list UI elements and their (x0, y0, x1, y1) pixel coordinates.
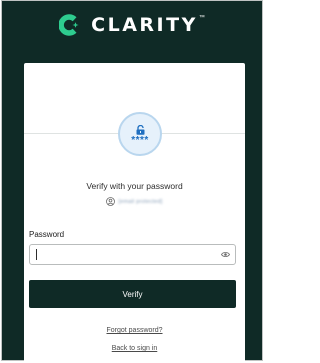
password-field (29, 244, 236, 265)
text-caret (36, 249, 37, 260)
brand-trademark: ™ (198, 15, 205, 21)
page-frame: CLARITY ™ **** Verify with your password… (1, 0, 263, 363)
forgot-password-link[interactable]: Forgot password? (24, 327, 245, 334)
clarity-logo-icon (59, 14, 79, 36)
verify-button[interactable]: Verify (29, 280, 236, 308)
brand-header: CLARITY ™ (2, 1, 262, 49)
back-to-sign-in-link[interactable]: Back to sign in (24, 345, 245, 352)
brand-name: CLARITY (91, 14, 198, 36)
sign-in-card: **** Verify with your password [email pr… (24, 63, 245, 363)
password-label: Password (29, 230, 65, 239)
password-input[interactable] (30, 245, 227, 264)
account-row: [email protected] (24, 197, 245, 206)
lock-badge: **** (118, 112, 162, 156)
eye-icon[interactable] (221, 251, 230, 258)
lock-icon (136, 124, 144, 135)
account-email: [email protected] (118, 198, 163, 205)
password-mask: **** (131, 134, 149, 146)
page-title: Verify with your password (86, 181, 183, 191)
user-icon (106, 197, 116, 206)
